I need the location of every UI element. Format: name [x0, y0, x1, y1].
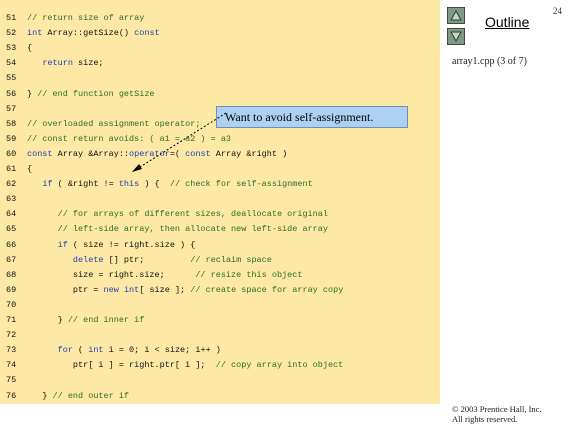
previous-slide-button[interactable] [447, 7, 465, 24]
next-slide-button[interactable] [447, 28, 465, 45]
copyright: © 2003 Prentice Hall, Inc. All rights re… [452, 404, 542, 424]
copyright-line-2: All rights reserved. [452, 414, 518, 424]
triangle-up-icon [450, 10, 462, 21]
outline-link[interactable]: Outline [485, 14, 529, 30]
slide-number: 24 [553, 6, 562, 16]
file-caption: array1.cpp (3 of 7) [452, 56, 527, 67]
triangle-down-icon [450, 31, 462, 42]
copyright-line-1: © 2003 Prentice Hall, Inc. [452, 404, 542, 414]
